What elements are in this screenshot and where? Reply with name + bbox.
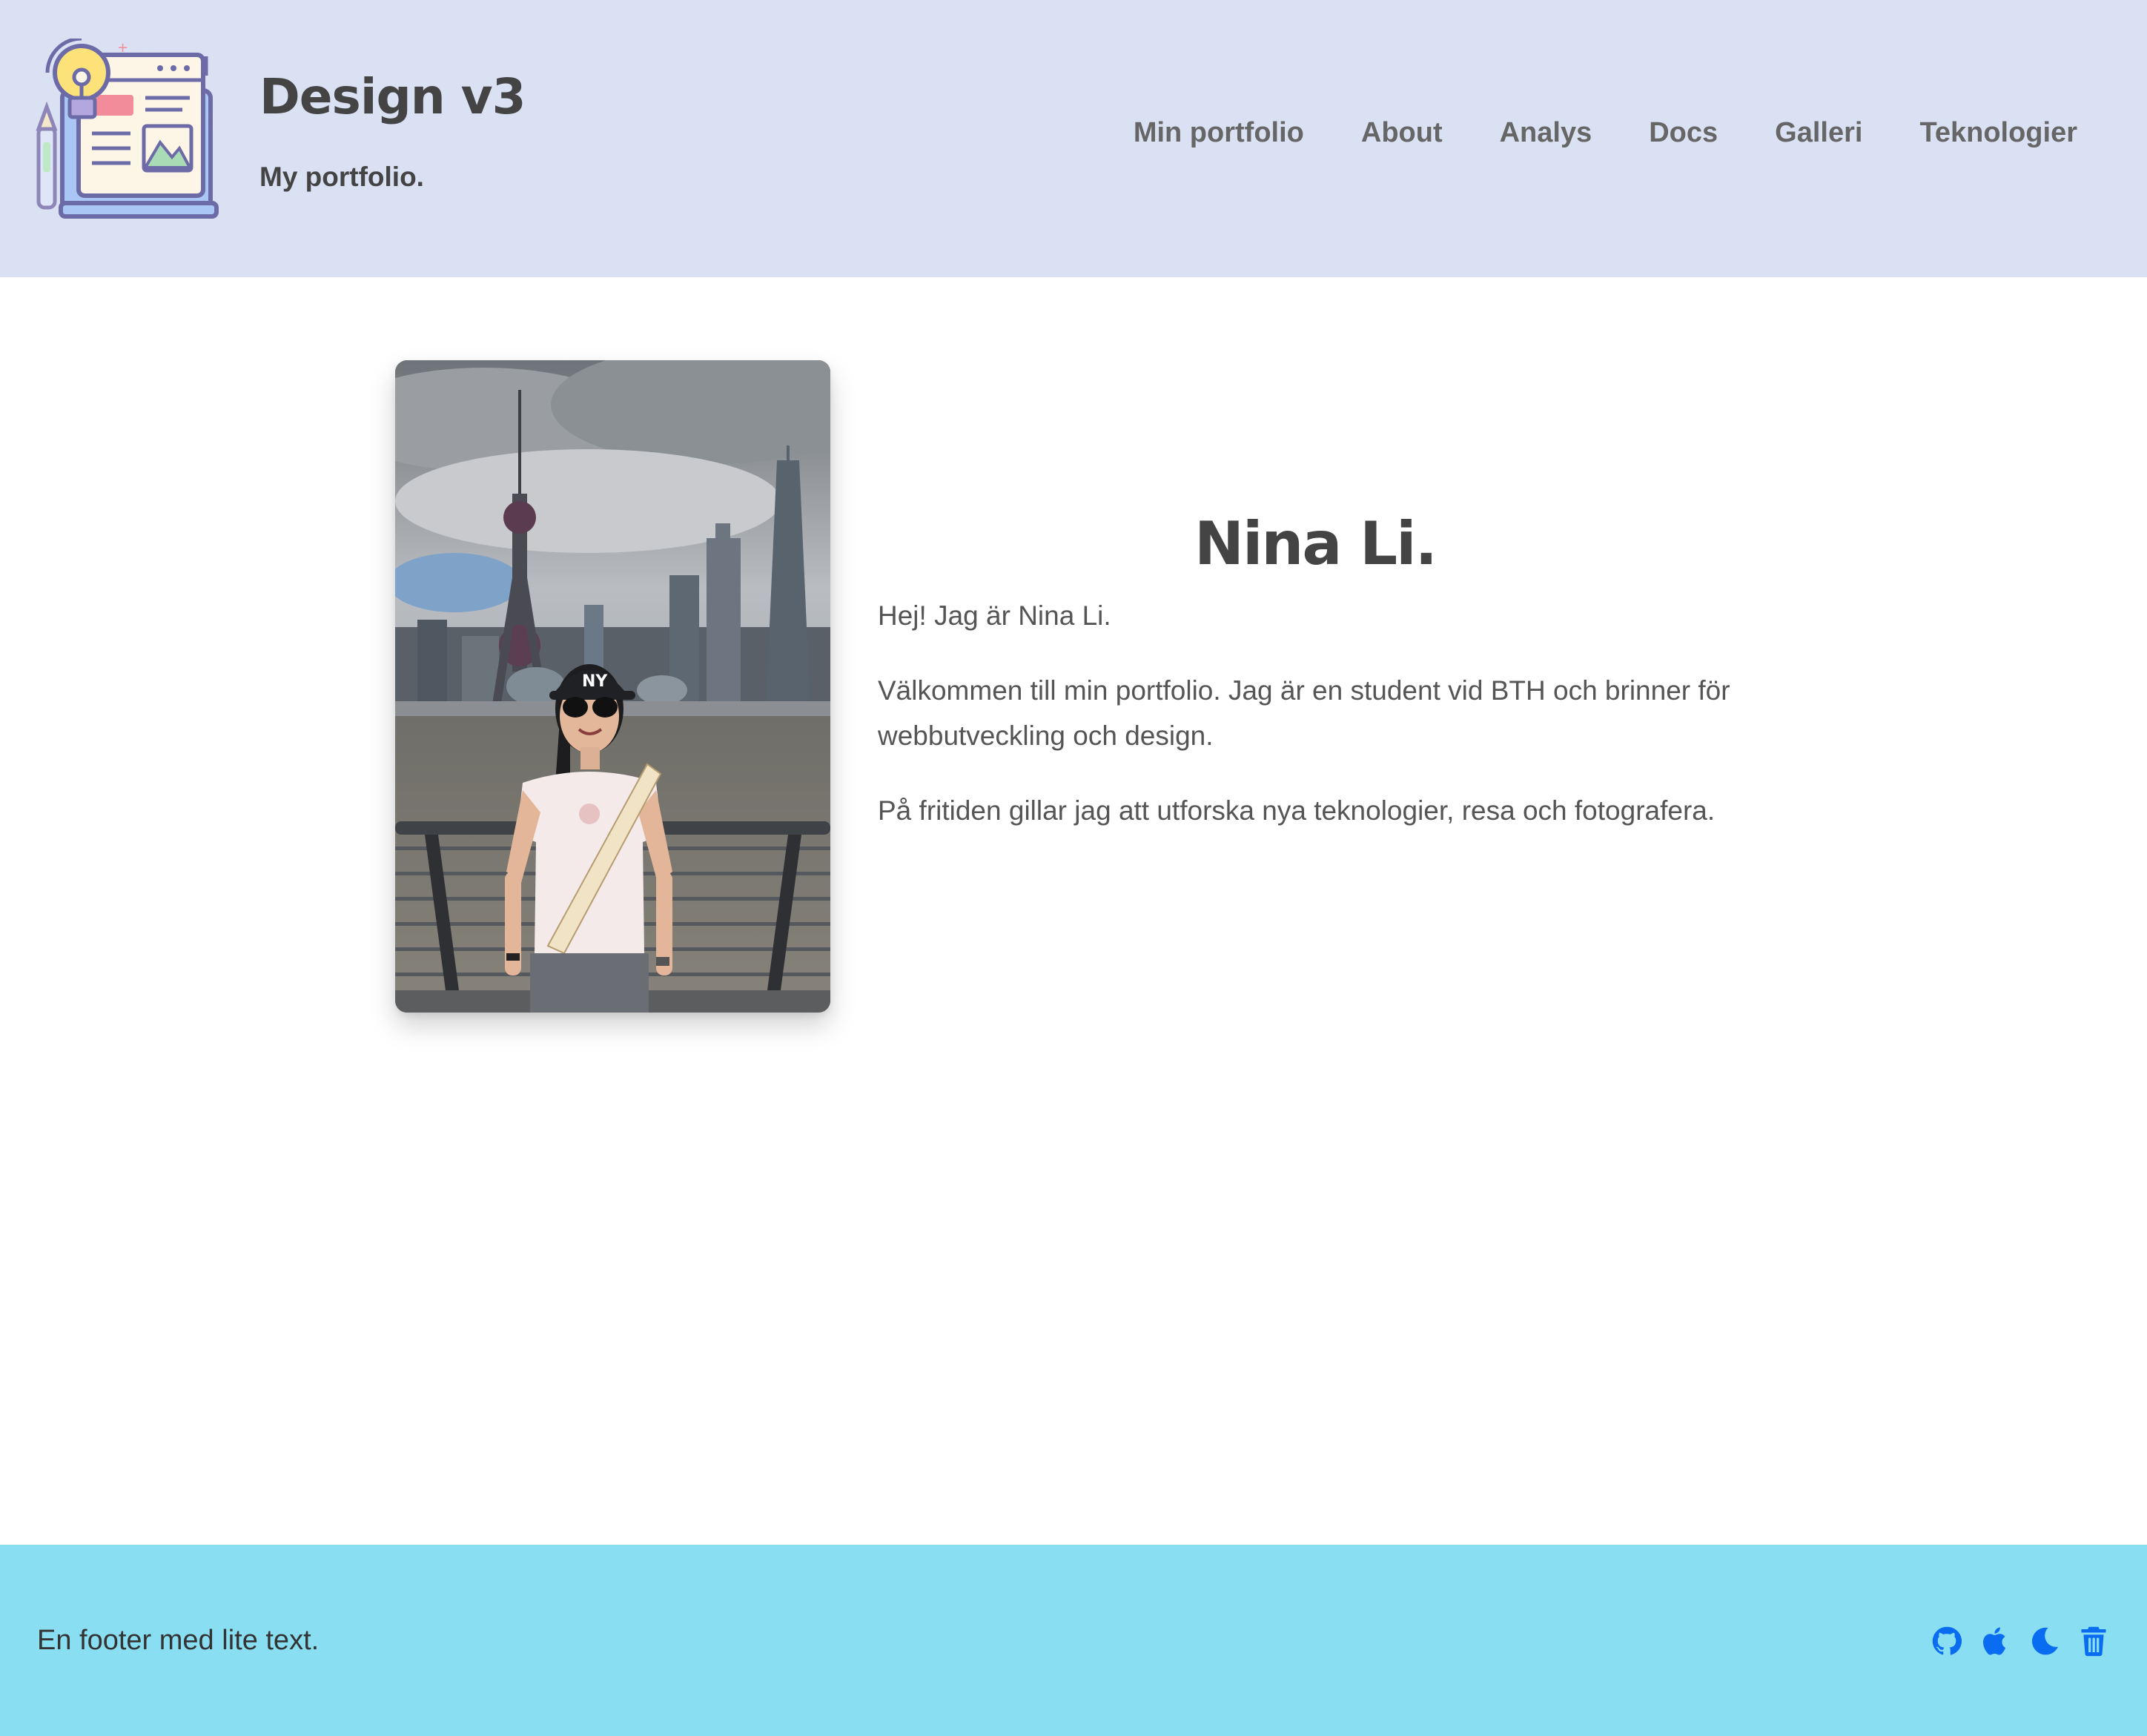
site-slogan: My portfolio. [259, 162, 424, 192]
svg-text:+: + [117, 40, 128, 56]
nav-link-analys[interactable]: Analys [1500, 117, 1592, 149]
main-content: NY Nina Li. Hej! Jag är Nina Li. Välkomm… [0, 277, 2147, 1545]
site-title[interactable]: Design v3 [259, 68, 526, 125]
intro-paragraph-welcome: Välkommen till min portfolio. Jag är en … [878, 675, 1730, 751]
moon-icon[interactable] [2028, 1625, 2061, 1657]
nav-link-min-portfolio[interactable]: Min portfolio [1134, 117, 1304, 149]
nav-link-docs[interactable]: Docs [1649, 117, 1718, 149]
portrait-photo: NY [395, 360, 830, 1013]
trash-icon[interactable] [2077, 1625, 2110, 1657]
intro-paragraph-greeting: Hej! Jag är Nina Li. [878, 600, 1111, 631]
nav-link-teknologier[interactable]: Teknologier [1919, 117, 2077, 149]
svg-text:NY: NY [582, 672, 608, 691]
intro-heading: Nina Li. [1194, 509, 1438, 578]
nav-link-about[interactable]: About [1361, 117, 1443, 149]
site-header: + Design v3 My portfolio. Min portfolio … [0, 0, 2147, 277]
footer-text: En footer med lite text. [37, 1625, 320, 1656]
apple-icon[interactable] [1979, 1625, 2012, 1657]
site-footer: En footer med lite text. [0, 1545, 2147, 1736]
nav-link-galleri[interactable]: Galleri [1775, 117, 1862, 149]
github-icon[interactable] [1931, 1625, 1963, 1657]
web-design-illustration-icon[interactable]: + [34, 36, 219, 224]
main-navigation: Min portfolio About Analys Docs Galleri … [1134, 117, 2077, 149]
intro-section: Nina Li. Hej! Jag är Nina Li. Välkommen … [878, 511, 1753, 863]
footer-icons [1914, 1625, 2110, 1657]
intro-paragraph-hobbies: På fritiden gillar jag att utforska nya … [878, 795, 1716, 826]
